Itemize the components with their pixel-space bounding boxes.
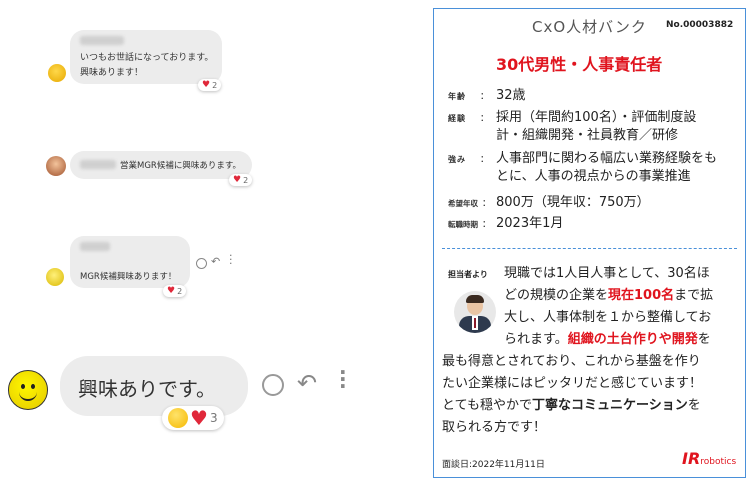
reaction-badge[interactable]: ♥ 3 xyxy=(162,406,224,430)
recommendation-comment-cont: 最も得意とされており、これから基盤を作り たい企業様にはピッタリだと感じています… xyxy=(442,354,703,435)
brand-logo: CxO人材バンク xyxy=(532,18,647,36)
message-bubble[interactable]: 興味ありです。 xyxy=(60,356,248,416)
card-title: 30代男性・人事責任者 xyxy=(496,55,663,74)
strength-value: 人事部門に関わる幅広い業務経験をも とに、人事の視点からの事業推進 xyxy=(496,151,718,184)
message-text: 興味ありです。 xyxy=(78,377,216,401)
emoji-react-icon[interactable] xyxy=(196,258,207,269)
avatar xyxy=(46,156,66,176)
message-text: いつもお世話になっております。 xyxy=(80,53,214,63)
message-text: MGR候補興味あります！ xyxy=(80,272,177,282)
recommendation-comment: 現職では1人目人事として、30名ほ どの規模の企業を現在100名まで拡 大し、人… xyxy=(504,266,714,347)
card-number: No.00003882 xyxy=(666,20,734,30)
smile-emoji-icon xyxy=(168,408,188,428)
salary-value: 800万（現年収：750万） xyxy=(496,195,650,210)
reaction-badge[interactable]: ♥ 2 xyxy=(163,285,187,297)
message-text: 営業MGR候補に興味あります。 xyxy=(120,161,241,171)
divider xyxy=(442,248,737,249)
heart-icon: ♥ xyxy=(167,286,176,296)
company-logo: IRrobotics xyxy=(682,449,737,468)
more-options-icon[interactable]: · · · xyxy=(229,250,233,269)
candidate-card: CxO人材バンク No.00003882 30代男性・人事責任者 年齢 ： 32… xyxy=(433,8,746,478)
recommender-label: 担当者より xyxy=(448,270,488,279)
strength-label: 強み xyxy=(448,155,466,164)
message-bubble[interactable]: MGR候補興味あります！ xyxy=(70,236,190,288)
reaction-badge[interactable]: ♥ 2 xyxy=(229,174,253,186)
heart-icon: ♥ xyxy=(202,80,211,90)
more-options-icon[interactable]: · · · xyxy=(339,362,347,396)
heart-icon: ♥ xyxy=(233,175,242,185)
experience-label: 経験 xyxy=(448,114,466,123)
message-bubble[interactable]: いつもお世話になっております。 興味あります！ xyxy=(70,30,222,84)
interview-date: 面談日:2022年11月11日 xyxy=(442,460,545,470)
reaction-badge[interactable]: ♥ 2 xyxy=(198,79,222,91)
message-bubble[interactable]: 営業MGR候補に興味あります。 xyxy=(70,151,252,179)
reply-icon[interactable]: ↶ xyxy=(211,255,220,268)
message-text: 興味あります！ xyxy=(80,68,144,78)
reply-icon[interactable]: ↶ xyxy=(297,369,317,397)
avatar xyxy=(48,64,66,82)
avatar xyxy=(8,370,48,410)
heart-icon: ♥ xyxy=(190,406,208,430)
experience-value: 採用（年間約100名）・評価制度設 計・組織開発・社員教育／研修 xyxy=(496,110,697,143)
salary-label: 希望年収 xyxy=(448,199,478,208)
timing-label: 転職時期 xyxy=(448,220,478,229)
consultant-photo xyxy=(454,291,496,333)
age-label: 年齢 xyxy=(448,92,466,101)
age-value: 32歳 xyxy=(496,88,526,103)
avatar xyxy=(46,268,64,286)
timing-value: 2023年1月 xyxy=(496,216,564,231)
emoji-react-icon[interactable] xyxy=(262,374,284,396)
